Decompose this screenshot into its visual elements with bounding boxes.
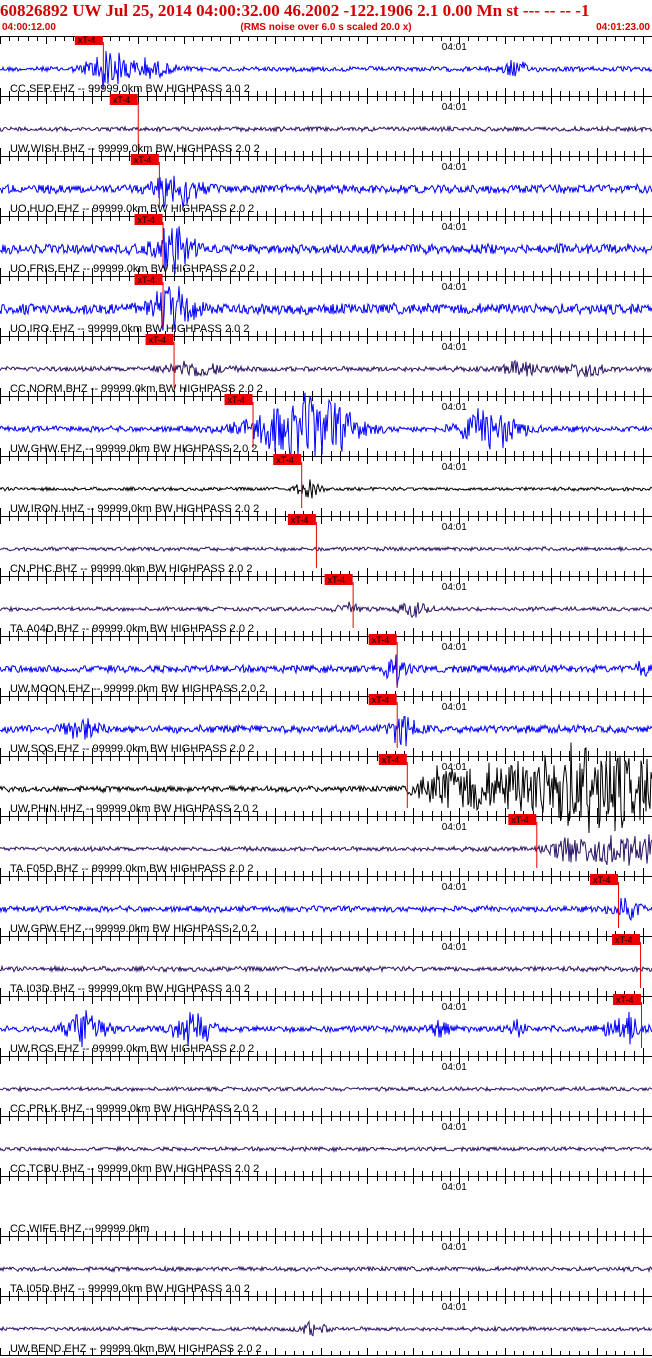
channel-label: UW.GHW.EHZ -- 99999.0km BW HIGHPASS 2.0 … bbox=[10, 443, 257, 455]
time-tick-label: 04:01 bbox=[442, 1242, 467, 1253]
channel-label: UW.SQS.EHZ -- 99999.0km BW HIGHPASS 2.0 … bbox=[10, 743, 254, 755]
channel-label: CN.PHC.BHZ -- 99999.0km BW HIGHPASS 2.0 … bbox=[10, 563, 252, 575]
channel-label: TA.F05D.BHZ -- 99999.0km BW HIGHPASS 2.0… bbox=[10, 863, 254, 875]
pick-label: xT-4 bbox=[276, 455, 294, 465]
waveform-trace bbox=[0, 897, 652, 922]
time-tick-label: 04:01 bbox=[442, 1302, 467, 1313]
channel-label: UW.GPW.EHZ -- 99999.0km BW HIGHPASS 2.0 … bbox=[10, 923, 257, 935]
time-tick-label: 04:01 bbox=[442, 582, 467, 593]
pick-label: xT-4 bbox=[511, 815, 529, 825]
time-tick-label: 04:01 bbox=[442, 1122, 467, 1133]
waveform-trace bbox=[0, 964, 652, 974]
channel-label: CC.TCBU.BHZ -- 99999.0km BW HIGHPASS 2.0… bbox=[10, 1163, 259, 1175]
pick-label: xT-4 bbox=[134, 155, 152, 165]
pick-label: xT-4 bbox=[382, 755, 400, 765]
channel-label: UW.RCS.EHZ -- 99999.0km BW HIGHPASS 2.0 … bbox=[10, 1043, 254, 1055]
channel-label: UW.PHIN.HHZ -- 99999.0km BW HIGHPASS 2.0… bbox=[10, 803, 258, 815]
waveform-trace bbox=[0, 716, 652, 747]
time-tick-label: 04:01 bbox=[442, 462, 467, 473]
waveform-trace bbox=[0, 124, 652, 134]
pick-label: xT-4 bbox=[616, 995, 634, 1005]
pick-label: xT-4 bbox=[149, 335, 167, 345]
time-tick-label: 04:01 bbox=[442, 402, 467, 413]
waveform-trace bbox=[0, 359, 652, 378]
channel-label: CC.WIFE.BHZ -- 99999.0km bbox=[10, 1223, 149, 1235]
channel-label: CC.PRLK.BHZ -- 99999.0km BW HIGHPASS 2.0… bbox=[10, 1103, 258, 1115]
time-tick-label: 04:01 bbox=[442, 102, 467, 113]
time-tick-label: 04:01 bbox=[442, 1002, 467, 1013]
waveform-trace bbox=[0, 1320, 652, 1337]
waveform-trace bbox=[0, 1145, 652, 1153]
channel-label: UW.WISH.BHZ -- 99999.0km BW HIGHPASS 2.0… bbox=[10, 143, 260, 155]
time-tick-label: 04:01 bbox=[442, 342, 467, 353]
time-tick-label: 04:01 bbox=[442, 1182, 467, 1193]
pick-label: xT-4 bbox=[593, 875, 611, 885]
time-tick-label: 04:01 bbox=[442, 702, 467, 713]
waveform-trace bbox=[0, 834, 652, 866]
time-tick-label: 04:01 bbox=[442, 822, 467, 833]
pick-label: xT-4 bbox=[372, 635, 390, 645]
channel-label: UW.BEND.EHZ -- 99999.0km BW HIGHPASS 2.0… bbox=[10, 1343, 262, 1355]
pick-label: xT-4 bbox=[138, 215, 156, 225]
waveform-trace bbox=[0, 1265, 652, 1274]
channel-label: CC.NORM.BHZ -- 99999.0km BW HIGHPASS 2.0… bbox=[10, 383, 263, 395]
start-time-label: 04:00:12.00 bbox=[2, 22, 56, 33]
pick-label: xT-4 bbox=[291, 515, 309, 525]
time-tick-label: 04:01 bbox=[442, 282, 467, 293]
time-tick-label: 04:01 bbox=[442, 882, 467, 893]
plot-header: 60826892 UW Jul 25, 2014 04:00:32.00 46.… bbox=[0, 0, 652, 36]
pick-label: xT-4 bbox=[138, 275, 156, 285]
waveform-trace bbox=[0, 479, 652, 499]
channel-label: UO.FRIS.EHZ -- 99999.0km BW HIGHPASS 2.0… bbox=[10, 263, 255, 275]
pick-label: xT-4 bbox=[615, 935, 633, 945]
time-tick-label: 04:01 bbox=[442, 1062, 467, 1073]
channel-label: TA.A04D.BHZ -- 99999.0km BW HIGHPASS 2.0… bbox=[10, 623, 254, 635]
time-tick-label: 04:01 bbox=[442, 162, 467, 173]
event-title: 60826892 UW Jul 25, 2014 04:00:32.00 46.… bbox=[0, 1, 590, 20]
channel-label: CC.SEP.EHZ -- 99999.0km BW HIGHPASS 2.0 … bbox=[10, 83, 250, 95]
time-tick-label: 04:01 bbox=[442, 522, 467, 533]
time-tick-label: 04:01 bbox=[442, 42, 467, 53]
channel-label: TA.I03D.BHZ -- 99999.0km BW HIGHPASS 2.0… bbox=[10, 983, 250, 995]
pick-label: xT-4 bbox=[113, 95, 131, 105]
channel-label: UO.IRO.EHZ -- 99999.0km BW HIGHPASS 2.0 … bbox=[10, 323, 249, 335]
end-time-label: 04:01:23.00 bbox=[596, 22, 650, 33]
waveform-trace bbox=[0, 1085, 652, 1093]
channel-label: UO.HUO.EHZ -- 99999.0km BW HIGHPASS 2.0 … bbox=[10, 203, 254, 215]
seismogram-plot: 04:01xT-4CC.SEP.EHZ -- 99999.0km BW HIGH… bbox=[0, 36, 652, 1356]
waveform-trace bbox=[0, 1010, 652, 1048]
time-tick-label: 04:01 bbox=[442, 642, 467, 653]
channel-label: UW.IRON.HHZ -- 99999.0km BW HIGHPASS 2.0… bbox=[10, 503, 259, 515]
waveform-trace bbox=[0, 601, 652, 619]
pick-label: xT-4 bbox=[372, 695, 390, 705]
pick-label: xT-4 bbox=[228, 395, 246, 405]
waveform-trace bbox=[0, 545, 652, 553]
channel-label: UW.MOON.EHZ -- 99999.0km BW HIGHPASS 2.0… bbox=[10, 683, 265, 695]
rms-noise-subtitle: (RMS noise over 6.0 s scaled 20.0 x) bbox=[240, 22, 412, 33]
time-tick-label: 04:01 bbox=[442, 942, 467, 953]
time-tick-label: 04:01 bbox=[442, 222, 467, 233]
pick-label: xT-4 bbox=[78, 36, 96, 45]
pick-label: xT-4 bbox=[328, 575, 346, 585]
channel-label: TA.I05D.BHZ -- 99999.0km BW HIGHPASS 2.0… bbox=[10, 1283, 250, 1295]
